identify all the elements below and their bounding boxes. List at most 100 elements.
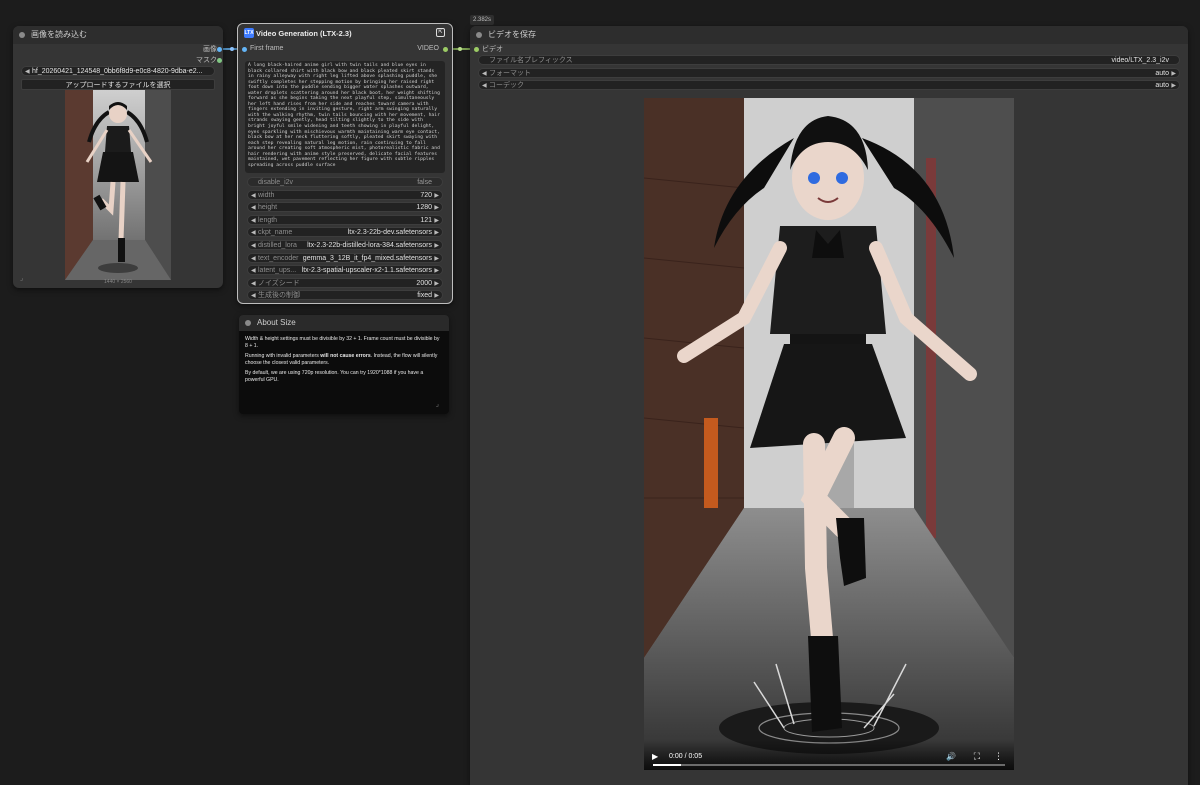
arrow-left-icon[interactable]: ◀ — [251, 279, 256, 289]
play-icon[interactable]: ▶ — [652, 752, 658, 761]
arrow-left-icon[interactable]: ◀ — [25, 67, 30, 77]
output-mask-label: マスク — [196, 57, 217, 64]
arrow-right-icon[interactable]: ▶ — [434, 228, 439, 238]
arrow-left-icon[interactable]: ◀ — [251, 191, 256, 201]
collapse-dot-icon[interactable] — [19, 32, 25, 38]
video-generation-title[interactable]: LTX Video Generation (LTX-2.3) ⇱ — [238, 24, 452, 44]
codec-widget[interactable]: ◀ ▶ コーデック auto — [478, 80, 1180, 90]
widget-width[interactable]: ◀ width 720 ▶ — [247, 189, 443, 201]
upload-file-button[interactable]: アップロードするファイルを選択 — [21, 79, 215, 90]
widget-value: fixed — [417, 292, 432, 300]
about-paragraph-3: By default, we are using 720p resolution… — [245, 370, 424, 383]
video-progress-track[interactable] — [653, 764, 1005, 766]
video-frame-image — [644, 98, 1014, 770]
arrow-right-icon[interactable]: ▶ — [434, 266, 439, 276]
widget-label: フォーマット — [489, 69, 531, 77]
arrow-left-icon[interactable]: ◀ — [482, 81, 487, 91]
more-options-icon[interactable]: ⋮ — [994, 751, 1003, 762]
resize-grip-icon[interactable]: ⌟ — [436, 400, 439, 408]
arrow-left-icon[interactable]: ◀ — [251, 254, 256, 264]
image-preview — [65, 90, 171, 280]
widget-label: height — [258, 204, 278, 212]
arrow-right-icon[interactable]: ▶ — [434, 254, 439, 264]
widget-label: ファイル名プレフィックス — [489, 57, 573, 64]
about-size-title[interactable]: About Size — [239, 315, 449, 331]
widget-value: 1280 — [416, 204, 432, 212]
resize-grip-icon[interactable]: ⌟ — [20, 274, 23, 282]
video-generation-node[interactable]: LTX Video Generation (LTX-2.3) ⇱ First f… — [237, 23, 453, 304]
widget-label: latent_ups... — [258, 267, 297, 275]
output-mask-slot[interactable] — [217, 58, 222, 63]
widget-distilled_lora[interactable]: ◀ distilled_lora ltx-2.3-22b-distilled-lor… — [247, 240, 443, 250]
widget-label: ckpt_name — [258, 229, 293, 237]
arrow-right-icon[interactable]: ▶ — [434, 291, 439, 301]
widget-label: ノイズシード — [258, 279, 300, 287]
widget-label: width — [258, 191, 275, 199]
video-controls: ▶ 0:00 / 0:05 🔊 ⛶ ⋮ — [644, 740, 1014, 770]
widget-label: disable_i2v — [258, 179, 294, 186]
expand-subgraph-icon[interactable]: ⇱ — [436, 28, 445, 37]
widget-value: 121 — [420, 216, 432, 224]
arrow-left-icon[interactable]: ◀ — [251, 241, 256, 251]
widget-latent_ups[interactable]: ◀ latent_ups... ltx-2.3-spatial-upscaler-x… — [247, 265, 443, 276]
output-image-slot[interactable] — [217, 47, 222, 52]
arrow-right-icon[interactable]: ▶ — [1171, 69, 1176, 79]
prompt-textarea[interactable]: A long black-haired anime girl with twin… — [245, 61, 445, 173]
widget-value: 720 — [420, 191, 432, 199]
widget-value: 2000 — [416, 279, 432, 287]
output-image-label: 画像 — [203, 46, 217, 53]
collapse-dot-icon[interactable] — [245, 320, 251, 326]
load-image-title[interactable]: 画像を読み込む — [13, 26, 223, 44]
arrow-left-icon[interactable]: ◀ — [251, 266, 256, 276]
widget-length[interactable]: ◀ length 121 ▶ — [247, 214, 443, 226]
save-video-title[interactable]: ビデオを保存 — [470, 26, 1188, 44]
ltx-icon: LTX — [244, 28, 254, 38]
video-player[interactable]: ▶ 0:00 / 0:05 🔊 ⛶ ⋮ — [644, 98, 1014, 770]
widget-disable_i2v[interactable]: disable_i2v false — [247, 177, 443, 187]
widget-jp-9[interactable]: ◀ 生成後の制御 fixed ▶ — [247, 290, 443, 301]
format-widget[interactable]: ◀ ▶ フォーマット auto — [478, 67, 1180, 79]
widget-ckpt_name[interactable]: ◀ ckpt_name ltx-2.3-22b-dev.safetensors ▶ — [247, 227, 443, 238]
widget-height[interactable]: ◀ height 1280 ▶ — [247, 202, 443, 213]
widget-value: ltx-2.3-22b-dev.safetensors — [347, 229, 432, 237]
widget-value: false — [417, 179, 432, 186]
input-first-frame-label: First frame — [250, 45, 284, 52]
arrow-left-icon[interactable]: ◀ — [251, 228, 256, 238]
output-video-slot[interactable] — [443, 47, 448, 52]
widget-value: ltx-2.3-22b-distilled-lora-384.safetenso… — [307, 242, 432, 249]
load-image-node[interactable]: 画像を読み込む 画像 マスク ◀ hf_20260421_124548_0bb6… — [13, 26, 223, 288]
about-size-note[interactable]: About Size Width & height settings must … — [239, 315, 449, 414]
arrow-left-icon[interactable]: ◀ — [251, 216, 256, 226]
save-video-node[interactable]: ビデオを保存 ビデオ ファイル名プレフィックス video/LTX_2.3_i2v… — [470, 26, 1188, 785]
arrow-left-icon[interactable]: ◀ — [251, 203, 256, 213]
fullscreen-icon[interactable]: ⛶ — [974, 751, 980, 762]
image-file-combo[interactable]: ◀ hf_20260421_124548_0bb6f8d9-e0c8-4820-… — [21, 66, 215, 76]
preview-girl-image — [65, 90, 171, 280]
filename-prefix-widget[interactable]: ファイル名プレフィックス video/LTX_2.3_i2v — [478, 55, 1180, 65]
widget-value: auto — [1155, 82, 1169, 89]
video-time: 0:00 / 0:05 — [669, 753, 703, 760]
input-video-label: ビデオ — [482, 46, 503, 53]
widget-label: 生成後の制御 — [258, 292, 300, 300]
arrow-right-icon[interactable]: ▶ — [434, 203, 439, 213]
output-video-label: VIDEO — [417, 45, 439, 52]
collapse-dot-icon[interactable] — [476, 32, 482, 38]
arrow-right-icon[interactable]: ▶ — [434, 241, 439, 251]
arrow-left-icon[interactable]: ◀ — [482, 69, 487, 79]
arrow-right-icon[interactable]: ▶ — [434, 279, 439, 289]
arrow-right-icon[interactable]: ▶ — [434, 191, 439, 201]
widget-label: コーデック — [489, 82, 524, 89]
widget-jp-8[interactable]: ◀ ノイズシード 2000 ▶ — [247, 277, 443, 289]
widget-value: ltx-2.3-spatial-upscaler-x2-1.1.safetens… — [301, 267, 432, 275]
about-paragraph-2: Running with invalid parameters will not… — [245, 353, 438, 366]
arrow-left-icon[interactable]: ◀ — [251, 291, 256, 301]
volume-icon[interactable]: 🔊 — [946, 752, 956, 761]
widget-text_encoder[interactable]: ◀ text_encoder gemma_3_12B_it_fp4_mixed.sa… — [247, 252, 443, 264]
arrow-right-icon[interactable]: ▶ — [1171, 81, 1176, 91]
video-progress-fill — [653, 764, 682, 766]
arrow-right-icon[interactable]: ▶ — [434, 216, 439, 226]
widget-label: text_encoder — [258, 254, 299, 262]
input-video-slot[interactable] — [474, 47, 479, 52]
image-size-label: 1440 × 2560 — [104, 279, 132, 285]
input-first-frame-slot[interactable] — [242, 47, 247, 52]
